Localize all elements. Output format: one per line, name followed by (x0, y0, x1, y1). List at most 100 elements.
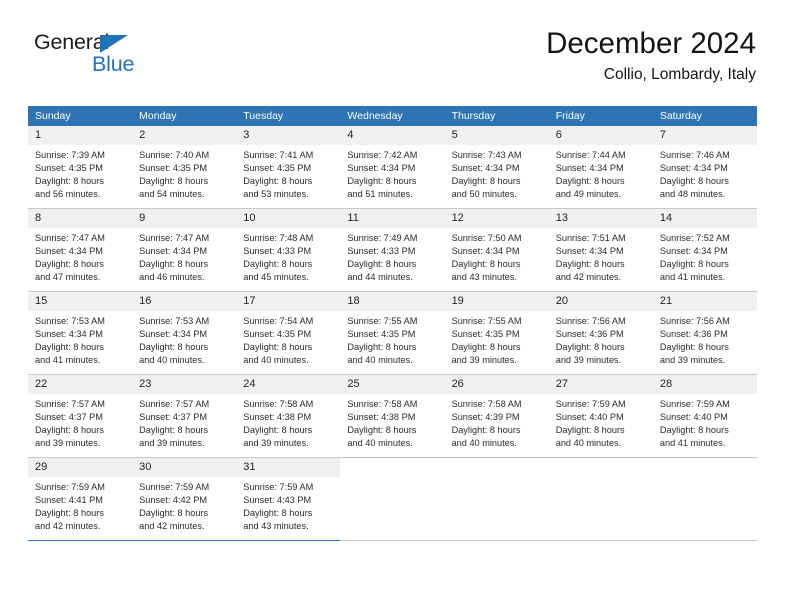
day-info: Sunrise: 7:39 AM Sunset: 4:35 PM Dayligh… (28, 145, 132, 201)
day-cell[interactable]: 3 Sunrise: 7:41 AM Sunset: 4:35 PM Dayli… (236, 126, 341, 209)
weekday-header-monday: Monday (132, 106, 237, 126)
daylight-text-line2: and 56 minutes. (35, 189, 101, 200)
day-cell[interactable]: 17 Sunrise: 7:54 AM Sunset: 4:35 PM Dayl… (236, 291, 341, 375)
daylight-text-line1: Daylight: 8 hours (555, 176, 625, 187)
day-cell[interactable]: 29 Sunrise: 7:59 AM Sunset: 4:41 PM Dayl… (28, 457, 133, 541)
weekday-header-row: Sunday Monday Tuesday Wednesday Thursday… (28, 106, 757, 126)
day-info: Sunrise: 7:53 AM Sunset: 4:34 PM Dayligh… (132, 311, 236, 367)
daylight-text-line1: Daylight: 8 hours (451, 425, 521, 436)
sunset-text: Sunset: 4:34 PM (451, 246, 520, 257)
sunrise-text: Sunrise: 7:40 AM (139, 150, 210, 160)
day-number: 24 (236, 375, 341, 394)
week-row: 29 Sunrise: 7:59 AM Sunset: 4:41 PM Dayl… (28, 457, 757, 541)
day-info: Sunrise: 7:50 AM Sunset: 4:34 PM Dayligh… (445, 228, 549, 284)
daylight-text-line2: and 40 minutes. (555, 438, 622, 449)
day-cell[interactable]: 2 Sunrise: 7:40 AM Sunset: 4:35 PM Dayli… (132, 126, 237, 209)
day-cell[interactable]: 11 Sunrise: 7:49 AM Sunset: 4:33 PM Dayl… (340, 208, 445, 292)
day-cell[interactable]: 13 Sunrise: 7:51 AM Sunset: 4:34 PM Dayl… (548, 208, 653, 292)
day-cell[interactable]: 16 Sunrise: 7:53 AM Sunset: 4:34 PM Dayl… (132, 291, 237, 375)
day-cell[interactable]: 24 Sunrise: 7:58 AM Sunset: 4:38 PM Dayl… (236, 374, 341, 458)
daylight-text-line2: and 49 minutes. (555, 189, 622, 200)
daylight-text-line1: Daylight: 8 hours (243, 176, 313, 187)
brand-logo[interactable]: General Blue (34, 30, 164, 84)
day-info: Sunrise: 7:51 AM Sunset: 4:34 PM Dayligh… (549, 228, 653, 284)
day-cell[interactable]: 15 Sunrise: 7:53 AM Sunset: 4:34 PM Dayl… (28, 291, 133, 375)
day-cell[interactable]: 7 Sunrise: 7:46 AM Sunset: 4:34 PM Dayli… (652, 126, 757, 209)
sunrise-text: Sunrise: 7:59 AM (659, 399, 730, 409)
brand-name-general: General (34, 30, 110, 54)
day-cell[interactable]: 14 Sunrise: 7:52 AM Sunset: 4:34 PM Dayl… (652, 208, 757, 292)
day-number: 11 (340, 209, 445, 228)
day-cell[interactable]: 26 Sunrise: 7:58 AM Sunset: 4:39 PM Dayl… (444, 374, 549, 458)
sunset-text: Sunset: 4:38 PM (347, 412, 416, 423)
day-cell[interactable]: 25 Sunrise: 7:58 AM Sunset: 4:38 PM Dayl… (340, 374, 445, 458)
day-cell[interactable]: 1 Sunrise: 7:39 AM Sunset: 4:35 PM Dayli… (28, 126, 133, 209)
day-number: 23 (132, 375, 237, 394)
calendar-body: 1 Sunrise: 7:39 AM Sunset: 4:35 PM Dayli… (28, 126, 757, 541)
daylight-text-line2: and 48 minutes. (659, 189, 726, 200)
day-cell[interactable]: 31 Sunrise: 7:59 AM Sunset: 4:43 PM Dayl… (236, 457, 341, 541)
daylight-text-line2: and 42 minutes. (555, 272, 622, 283)
sunset-text: Sunset: 4:40 PM (659, 412, 728, 423)
daylight-text-line1: Daylight: 8 hours (243, 342, 313, 353)
day-cell[interactable]: 10 Sunrise: 7:48 AM Sunset: 4:33 PM Dayl… (236, 208, 341, 292)
day-info: Sunrise: 7:54 AM Sunset: 4:35 PM Dayligh… (236, 311, 340, 367)
day-cell[interactable]: 18 Sunrise: 7:55 AM Sunset: 4:35 PM Dayl… (340, 291, 445, 375)
day-number: 25 (340, 375, 445, 394)
sunset-text: Sunset: 4:34 PM (35, 246, 103, 257)
daylight-text-line1: Daylight: 8 hours (347, 425, 417, 436)
sunrise-text: Sunrise: 7:59 AM (35, 482, 105, 492)
day-cell[interactable]: 21 Sunrise: 7:56 AM Sunset: 4:36 PM Dayl… (652, 291, 757, 375)
sunrise-text: Sunrise: 7:42 AM (347, 150, 418, 160)
day-number: 22 (28, 375, 133, 394)
daylight-text-line2: and 39 minutes. (35, 438, 101, 449)
day-cell[interactable]: 8 Sunrise: 7:47 AM Sunset: 4:34 PM Dayli… (28, 208, 133, 292)
sunset-text: Sunset: 4:34 PM (659, 163, 728, 174)
daylight-text-line1: Daylight: 8 hours (243, 508, 313, 519)
day-cell[interactable]: 23 Sunrise: 7:57 AM Sunset: 4:37 PM Dayl… (132, 374, 237, 458)
day-info: Sunrise: 7:52 AM Sunset: 4:34 PM Dayligh… (653, 228, 757, 284)
sunrise-text: Sunrise: 7:47 AM (139, 233, 210, 243)
day-info: Sunrise: 7:59 AM Sunset: 4:40 PM Dayligh… (653, 394, 757, 450)
sunrise-text: Sunrise: 7:59 AM (139, 482, 210, 492)
daylight-text-line1: Daylight: 8 hours (659, 176, 729, 187)
day-number: 27 (548, 375, 653, 394)
day-cell[interactable]: 12 Sunrise: 7:50 AM Sunset: 4:34 PM Dayl… (444, 208, 549, 292)
sunrise-text: Sunrise: 7:58 AM (347, 399, 418, 409)
daylight-text-line2: and 40 minutes. (139, 355, 205, 366)
weekday-header-wednesday: Wednesday (340, 106, 445, 126)
day-number: 26 (444, 375, 549, 394)
sunset-text: Sunset: 4:36 PM (555, 329, 624, 340)
daylight-text-line2: and 50 minutes. (451, 189, 517, 200)
title-block: December 2024 Collio, Lombardy, Italy (546, 27, 756, 84)
sunrise-text: Sunrise: 7:55 AM (347, 316, 418, 326)
weekday-header-sunday: Sunday (28, 106, 133, 126)
daylight-text-line1: Daylight: 8 hours (555, 342, 625, 353)
day-cell[interactable]: 4 Sunrise: 7:42 AM Sunset: 4:34 PM Dayli… (340, 126, 445, 209)
day-number: 17 (236, 292, 341, 311)
daylight-text-line2: and 43 minutes. (243, 521, 309, 532)
day-number: 2 (132, 126, 237, 145)
day-cell-empty (444, 457, 549, 541)
day-cell[interactable]: 28 Sunrise: 7:59 AM Sunset: 4:40 PM Dayl… (652, 374, 757, 458)
daylight-text-line2: and 39 minutes. (659, 355, 726, 366)
sunset-text: Sunset: 4:34 PM (139, 329, 208, 340)
day-info: Sunrise: 7:57 AM Sunset: 4:37 PM Dayligh… (132, 394, 236, 450)
day-cell[interactable]: 22 Sunrise: 7:57 AM Sunset: 4:37 PM Dayl… (28, 374, 133, 458)
day-cell[interactable]: 9 Sunrise: 7:47 AM Sunset: 4:34 PM Dayli… (132, 208, 237, 292)
day-cell[interactable]: 6 Sunrise: 7:44 AM Sunset: 4:34 PM Dayli… (548, 126, 653, 209)
day-info: Sunrise: 7:47 AM Sunset: 4:34 PM Dayligh… (28, 228, 132, 284)
daylight-text-line1: Daylight: 8 hours (35, 259, 104, 270)
daylight-text-line2: and 46 minutes. (139, 272, 205, 283)
day-cell[interactable]: 27 Sunrise: 7:59 AM Sunset: 4:40 PM Dayl… (548, 374, 653, 458)
day-cell[interactable]: 30 Sunrise: 7:59 AM Sunset: 4:42 PM Dayl… (132, 457, 237, 541)
day-cell[interactable]: 20 Sunrise: 7:56 AM Sunset: 4:36 PM Dayl… (548, 291, 653, 375)
sunset-text: Sunset: 4:43 PM (243, 495, 312, 506)
day-number: 8 (28, 209, 133, 228)
day-number: 29 (28, 458, 133, 477)
day-cell[interactable]: 19 Sunrise: 7:55 AM Sunset: 4:35 PM Dayl… (444, 291, 549, 375)
daylight-text-line1: Daylight: 8 hours (347, 176, 417, 187)
daylight-text-line2: and 41 minutes. (659, 438, 726, 449)
day-cell[interactable]: 5 Sunrise: 7:43 AM Sunset: 4:34 PM Dayli… (444, 126, 549, 209)
daylight-text-line2: and 40 minutes. (451, 438, 517, 449)
